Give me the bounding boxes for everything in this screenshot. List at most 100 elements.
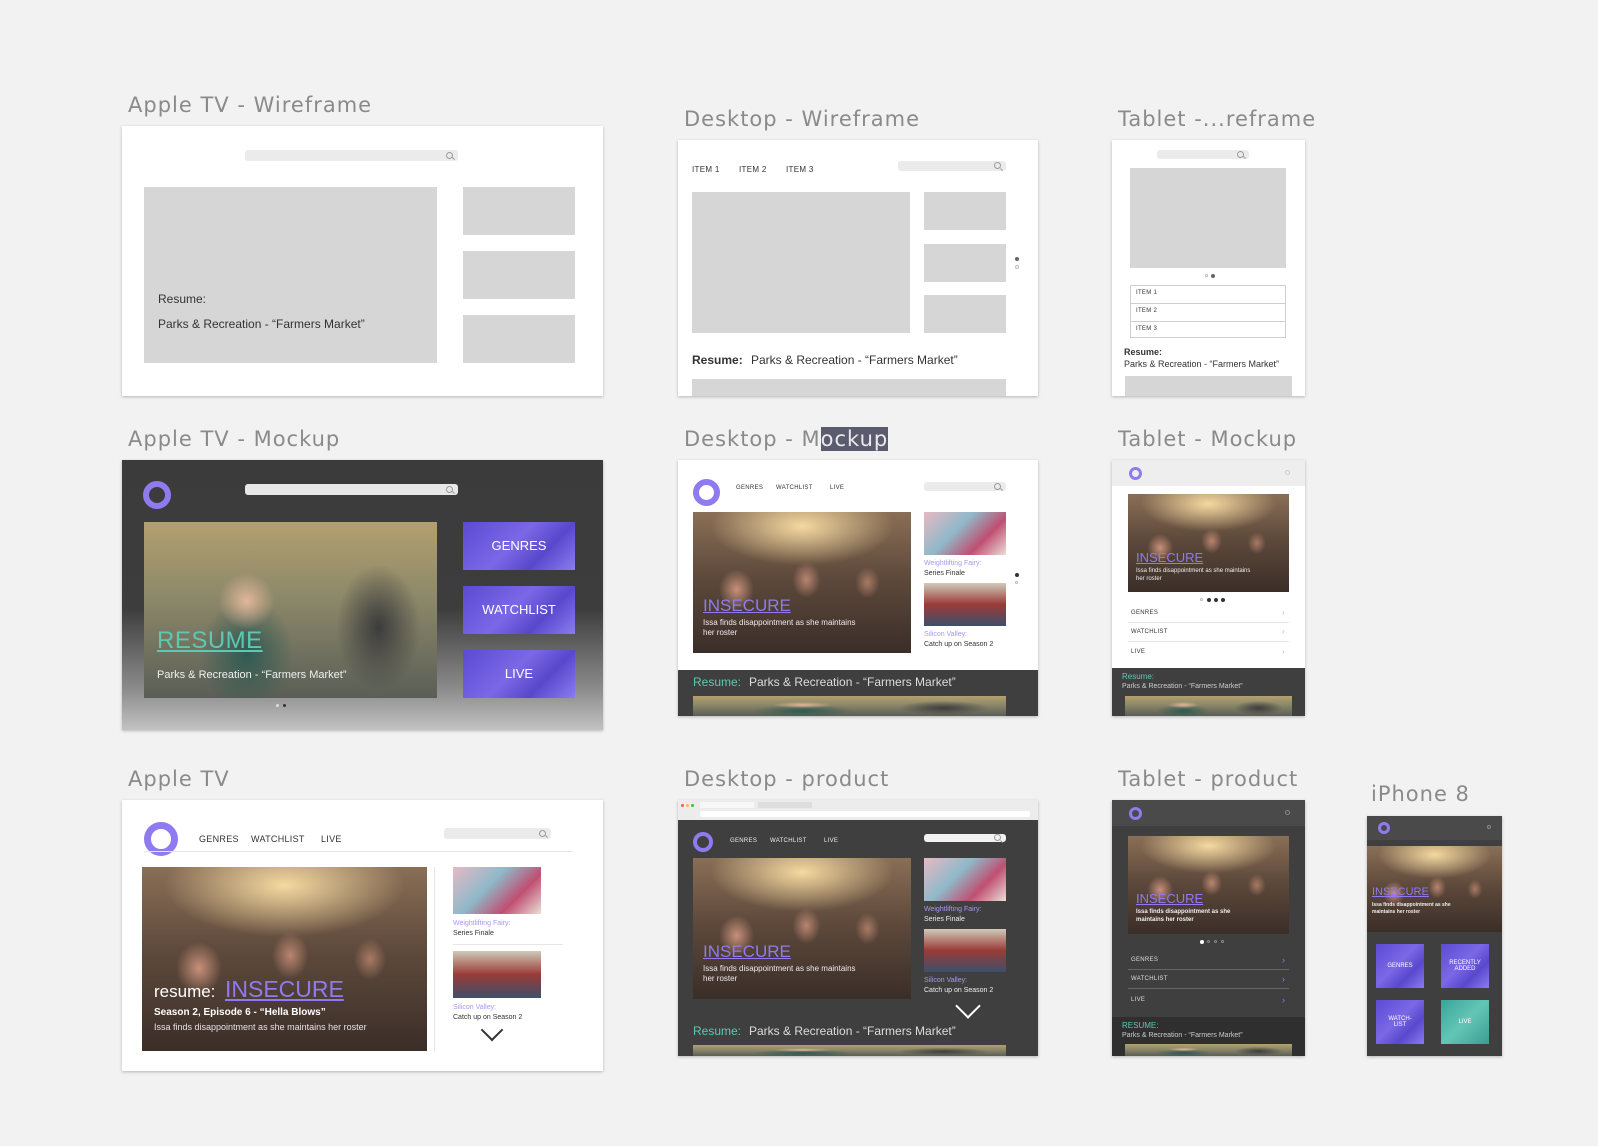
hero-title[interactable]: INSECURE xyxy=(225,976,344,1003)
artboard-desktop-product[interactable]: GENRES WATCHLIST LIVE INSECURE Issa find… xyxy=(678,800,1038,1056)
menu-genres[interactable]: GENRES xyxy=(1131,610,1158,616)
pager-dot-active[interactable] xyxy=(1015,257,1019,261)
pager-dot-active[interactable] xyxy=(1207,598,1211,602)
nav-live[interactable]: LIVE xyxy=(321,834,342,844)
search-bar[interactable] xyxy=(924,834,1006,842)
side-image-1[interactable] xyxy=(924,858,1006,901)
pager-dot[interactable] xyxy=(1221,598,1225,602)
nav-item-1[interactable]: ITEM 1 xyxy=(692,165,720,174)
side-image-2[interactable] xyxy=(924,583,1006,626)
nav-genres[interactable]: GENRES xyxy=(736,485,763,491)
artboard-atv[interactable]: GENRES WATCHLIST LIVE resume: INSECURE S… xyxy=(122,800,603,1071)
watchlist-button[interactable]: WATCHLIST xyxy=(463,586,575,634)
menu-live[interactable]: LIVE xyxy=(1131,997,1145,1003)
side-image-1[interactable] xyxy=(924,512,1006,555)
search-bar[interactable] xyxy=(444,828,551,839)
minimize-window-icon[interactable] xyxy=(686,804,689,807)
side-image-2[interactable] xyxy=(924,929,1006,972)
artboard-label-tablet-product[interactable]: Tablet - product xyxy=(1118,767,1298,791)
pager-dot-active[interactable] xyxy=(1200,940,1204,944)
menu-live[interactable]: LIVE xyxy=(1131,649,1145,655)
search-icon[interactable] xyxy=(1285,470,1290,475)
artboard-label-tablet-wireframe[interactable]: Tablet -...reframe xyxy=(1118,107,1316,131)
artboard-desktop-wireframe[interactable]: ITEM 1 ITEM 2 ITEM 3 Resume: Parks & Rec… xyxy=(678,140,1038,396)
pager-dot[interactable] xyxy=(1221,940,1224,943)
side-title-2[interactable]: Silicon Valley: xyxy=(924,977,967,984)
pager-dot-active[interactable] xyxy=(1015,573,1019,577)
artboard-tablet-wireframe[interactable]: ITEM 1 ITEM 2 ITEM 3 Resume: Parks & Rec… xyxy=(1112,140,1305,396)
artboard-iphone[interactable]: INSECURE Issa finds disappointment as sh… xyxy=(1367,816,1502,1056)
side-image-2[interactable] xyxy=(453,951,541,998)
menu-genres[interactable]: GENRES xyxy=(1131,957,1158,963)
list-item-3[interactable]: ITEM 3 xyxy=(1136,326,1157,332)
artboard-atv-mockup[interactable]: RESUME Parks & Recreation - “Farmers Mar… xyxy=(122,460,603,730)
hero-title[interactable]: INSECURE xyxy=(1372,886,1429,898)
search-icon[interactable] xyxy=(1487,825,1491,829)
nav-item-3[interactable]: ITEM 3 xyxy=(786,165,814,174)
artboard-label-atv-wireframe[interactable]: Apple TV - Wireframe xyxy=(128,93,372,117)
recently-added-tile[interactable]: RECENTLY ADDED xyxy=(1441,944,1489,988)
artboard-label-desktop-product[interactable]: Desktop - product xyxy=(684,767,889,791)
chevron-down-icon[interactable] xyxy=(480,1018,504,1042)
side-title-2[interactable]: Silicon Valley: xyxy=(453,1004,496,1011)
hero-title[interactable]: INSECURE xyxy=(703,942,791,962)
pager-dot[interactable] xyxy=(1205,274,1208,277)
search-bar[interactable] xyxy=(924,482,1006,491)
side-title-2[interactable]: Silicon Valley: xyxy=(924,631,967,638)
genres-tile[interactable]: GENRES xyxy=(1376,944,1424,988)
artboard-label-atv[interactable]: Apple TV xyxy=(128,767,230,791)
resume-image[interactable] xyxy=(693,1045,1006,1056)
nav-watchlist[interactable]: WATCHLIST xyxy=(776,485,813,491)
selected-text[interactable]: ockup xyxy=(820,427,889,451)
pager-dot[interactable] xyxy=(1015,265,1019,269)
resume-image[interactable] xyxy=(693,696,1006,716)
side-title-1[interactable]: Weightlifting Fairy: xyxy=(453,920,510,927)
artboard-label-desktop-mockup[interactable]: Desktop - Mockup xyxy=(684,427,889,451)
nav-genres[interactable]: GENRES xyxy=(199,834,239,844)
list-item-1[interactable]: ITEM 1 xyxy=(1136,290,1157,296)
pager-dot[interactable] xyxy=(1214,940,1217,943)
artboard-label-atv-mockup[interactable]: Apple TV - Mockup xyxy=(128,427,340,451)
nav-item-2[interactable]: ITEM 2 xyxy=(739,165,767,174)
close-window-icon[interactable] xyxy=(681,804,684,807)
resume-image[interactable] xyxy=(1125,1044,1292,1056)
pager-dot[interactable] xyxy=(1207,940,1210,943)
pager-dot-active[interactable] xyxy=(283,704,286,707)
artboard-tablet-product[interactable]: INSECURE Issa finds disappointment as sh… xyxy=(1112,800,1305,1056)
live-tile[interactable]: LIVE xyxy=(1441,1000,1489,1044)
artboard-label-tablet-mockup[interactable]: Tablet - Mockup xyxy=(1118,427,1297,451)
maximize-window-icon[interactable] xyxy=(691,804,694,807)
hero-title[interactable]: INSECURE xyxy=(1136,891,1203,906)
nav-genres[interactable]: GENRES xyxy=(730,838,757,844)
genres-button[interactable]: GENRES xyxy=(463,522,575,570)
hero-title[interactable]: INSECURE xyxy=(703,596,791,616)
artboard-label-desktop-wireframe[interactable]: Desktop - Wireframe xyxy=(684,107,920,131)
watchlist-tile[interactable]: WATCH-LIST xyxy=(1376,1000,1424,1044)
address-bar[interactable] xyxy=(700,811,1030,817)
pager-dot[interactable] xyxy=(1015,581,1018,584)
side-title-1[interactable]: Weightlifting Fairy: xyxy=(924,560,981,567)
browser-tab[interactable] xyxy=(700,802,754,808)
pager-dot[interactable] xyxy=(1214,598,1218,602)
live-button[interactable]: LIVE xyxy=(463,650,575,698)
pager-dot[interactable] xyxy=(1200,598,1203,601)
artboard-desktop-mockup[interactable]: GENRES WATCHLIST LIVE INSECURE Issa find… xyxy=(678,460,1038,716)
hero-title[interactable]: INSECURE xyxy=(1136,550,1203,565)
menu-watchlist[interactable]: WATCHLIST xyxy=(1131,629,1168,635)
artboard-atv-wireframe[interactable]: Resume: Parks & Recreation - “Farmers Ma… xyxy=(122,126,603,396)
side-image-1[interactable] xyxy=(453,867,541,914)
list-item-2[interactable]: ITEM 2 xyxy=(1136,308,1157,314)
nav-watchlist[interactable]: WATCHLIST xyxy=(251,834,305,844)
search-bar[interactable] xyxy=(898,161,1006,171)
nav-watchlist[interactable]: WATCHLIST xyxy=(770,838,807,844)
pager-dot-active[interactable] xyxy=(1211,274,1215,278)
chevron-down-icon[interactable] xyxy=(955,993,981,1019)
browser-tab[interactable] xyxy=(758,802,812,808)
resume-image[interactable] xyxy=(1125,696,1292,716)
pager-dot[interactable] xyxy=(276,704,279,707)
search-icon[interactable] xyxy=(1285,810,1290,815)
artboard-tablet-mockup[interactable]: INSECURE Issa finds disappointment as sh… xyxy=(1112,460,1305,716)
resume-heading[interactable]: RESUME xyxy=(157,627,263,655)
search-bar[interactable] xyxy=(245,484,458,495)
nav-live[interactable]: LIVE xyxy=(830,485,844,491)
